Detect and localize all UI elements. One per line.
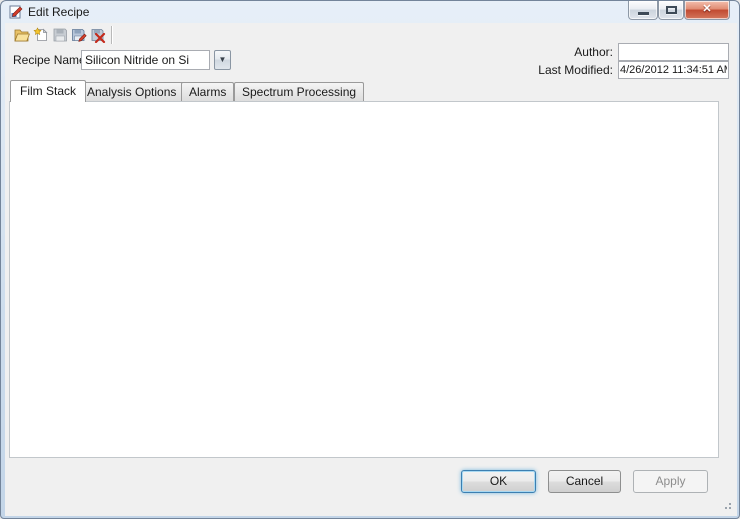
new-icon <box>33 27 49 43</box>
tab-alarms[interactable]: Alarms <box>181 82 234 101</box>
maximize-button[interactable] <box>658 1 684 20</box>
last-modified-input[interactable] <box>618 61 729 79</box>
minimize-button[interactable] <box>628 1 658 20</box>
save-recipe-button[interactable] <box>50 25 70 45</box>
window-title: Edit Recipe <box>28 5 89 19</box>
film-stack-page <box>9 101 719 458</box>
open-recipe-button[interactable] <box>12 25 32 45</box>
last-modified-field-wrap <box>618 60 729 78</box>
tab-spectrum-processing[interactable]: Spectrum Processing <box>234 82 364 101</box>
app-icon <box>9 5 23 19</box>
minimize-icon <box>638 12 649 15</box>
save-icon <box>52 27 68 43</box>
new-recipe-button[interactable] <box>31 25 51 45</box>
save-report-button[interactable] <box>69 25 89 45</box>
recipe-name-dropdown-button[interactable]: ▼ <box>214 50 231 70</box>
author-label: Author: <box>501 45 613 59</box>
apply-button[interactable]: Apply <box>633 470 708 493</box>
delete-icon <box>90 27 106 43</box>
save-report-icon <box>71 27 87 43</box>
recipe-name-label: Recipe Name: <box>13 53 89 67</box>
recipe-name-field-wrap <box>81 50 210 70</box>
ok-button[interactable]: OK <box>461 470 536 493</box>
edit-recipe-dialog: Edit Recipe ✕ <box>0 0 740 519</box>
recipe-name-input[interactable] <box>81 50 210 70</box>
tab-analysis-options[interactable]: Analysis Options <box>79 82 184 101</box>
last-modified-label: Last Modified: <box>501 63 613 77</box>
resize-grip[interactable] <box>721 499 732 510</box>
open-icon <box>14 27 30 43</box>
maximize-icon <box>666 6 677 14</box>
close-button[interactable]: ✕ <box>684 1 730 20</box>
delete-recipe-button[interactable] <box>88 25 108 45</box>
toolbar-separator <box>111 26 112 44</box>
titlebar[interactable]: Edit Recipe ✕ <box>1 1 740 23</box>
cancel-button[interactable]: Cancel <box>548 470 621 493</box>
tab-film-stack[interactable]: Film Stack <box>10 80 86 102</box>
author-input[interactable] <box>618 43 729 61</box>
author-field-wrap <box>618 42 729 60</box>
